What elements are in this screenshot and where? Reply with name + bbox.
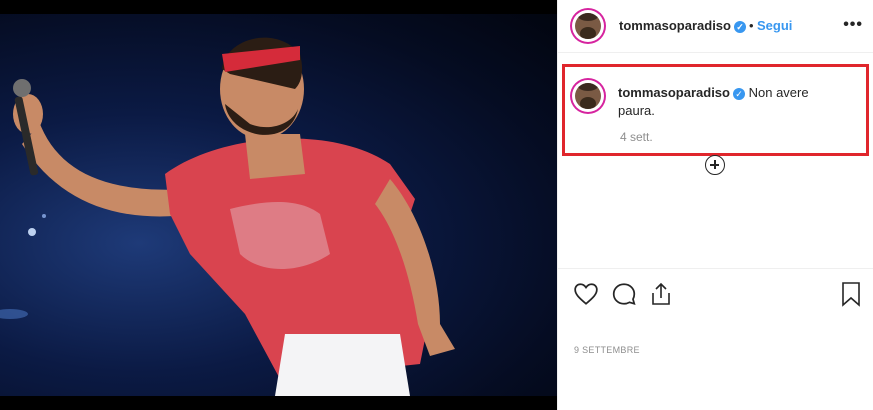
verified-badge-icon: ✓ bbox=[733, 20, 746, 33]
comment-timestamp[interactable]: 4 sett. bbox=[620, 130, 653, 144]
author-username[interactable]: tommasoparadiso ✓ bbox=[619, 18, 746, 33]
bookmark-icon[interactable] bbox=[840, 281, 862, 312]
author-username-text[interactable]: tommasoparadiso bbox=[619, 18, 731, 33]
comment-author-username[interactable]: tommasoparadiso bbox=[618, 85, 730, 100]
share-icon[interactable] bbox=[649, 281, 673, 312]
verified-badge-icon: ✓ bbox=[732, 87, 745, 100]
load-more-comments-icon[interactable] bbox=[705, 155, 725, 175]
separator-dot: • bbox=[749, 18, 754, 33]
caption-comment: tommasoparadiso ✓ Non avere paura. bbox=[618, 84, 843, 120]
post-header: tommasoparadiso ✓ • Segui ••• bbox=[558, 0, 873, 53]
post-actions bbox=[558, 268, 873, 321]
comment-icon[interactable] bbox=[611, 281, 637, 312]
heart-icon[interactable] bbox=[573, 281, 599, 312]
post-date[interactable]: 9 SETTEMBRE bbox=[574, 345, 640, 355]
post-side-panel: tommasoparadiso ✓ • Segui ••• tommasopara… bbox=[557, 0, 873, 410]
author-avatar[interactable] bbox=[572, 10, 604, 42]
post-photo[interactable] bbox=[0, 0, 557, 410]
follow-button[interactable]: Segui bbox=[757, 18, 792, 33]
more-options-icon[interactable]: ••• bbox=[843, 16, 863, 34]
singer-photo bbox=[0, 14, 557, 396]
photo-illustration bbox=[0, 37, 455, 396]
comment-author-avatar[interactable] bbox=[572, 80, 604, 112]
